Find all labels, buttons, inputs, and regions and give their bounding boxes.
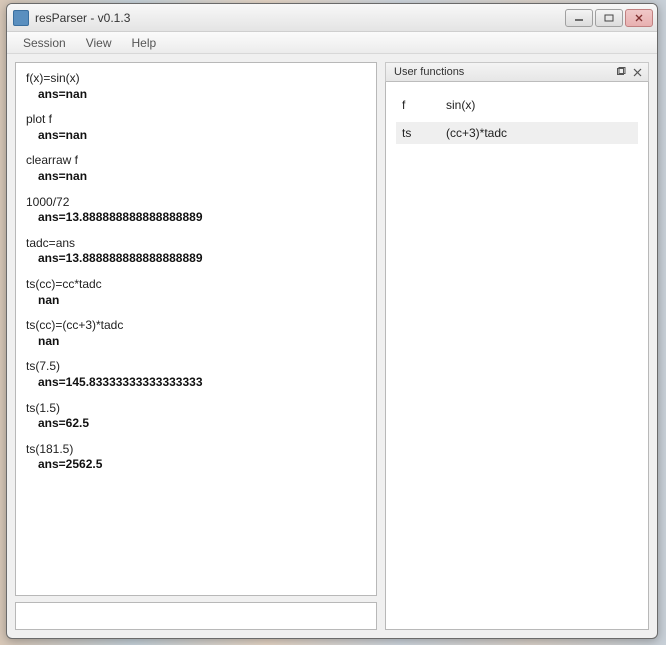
console-answer: nan [26,293,366,309]
user-functions-header[interactable]: User functions [385,62,649,82]
left-pane: f(x)=sin(x)ans=nanplot fans=nanclearraw … [15,62,377,630]
app-icon [13,10,29,26]
titlebar[interactable]: resParser - v0.1.3 [7,4,657,32]
close-button[interactable] [625,9,653,27]
function-body: sin(x) [446,98,632,112]
console-entry: ts(cc)=(cc+3)*tadcnan [26,318,366,349]
console-answer: ans=145.83333333333333333 [26,375,366,391]
console-answer: ans=nan [26,87,366,103]
console-entry: plot fans=nan [26,112,366,143]
window-title: resParser - v0.1.3 [35,11,563,25]
console-entry: ts(1.5)ans=62.5 [26,401,366,432]
console-answer: ans=62.5 [26,416,366,432]
menu-help[interactable]: Help [122,34,167,52]
console-entry: tadc=ansans=13.888888888888888889 [26,236,366,267]
close-icon [633,68,642,77]
console-answer: ans=13.888888888888888889 [26,251,366,267]
menu-session[interactable]: Session [13,34,76,52]
console-input[interactable] [15,602,377,630]
console-command: ts(cc)=cc*tadc [26,277,366,293]
console-entry: ts(cc)=cc*tadcnan [26,277,366,308]
console-command: tadc=ans [26,236,366,252]
console-answer: nan [26,334,366,350]
app-window: resParser - v0.1.3 Session View Help f(x… [6,3,658,639]
function-row[interactable]: ts(cc+3)*tadc [396,122,638,144]
right-pane: User functions fsin(x)ts(cc+3)*tadc [385,62,649,630]
console-answer: ans=nan [26,169,366,185]
console-answer: ans=13.888888888888888889 [26,210,366,226]
function-row[interactable]: fsin(x) [396,94,638,116]
console-output[interactable]: f(x)=sin(x)ans=nanplot fans=nanclearraw … [15,62,377,596]
console-command: 1000/72 [26,195,366,211]
console-entry: ts(181.5)ans=2562.5 [26,442,366,473]
console-command: ts(cc)=(cc+3)*tadc [26,318,366,334]
window-buttons [563,9,653,27]
console-answer: ans=nan [26,128,366,144]
minimize-button[interactable] [565,9,593,27]
panel-close-button[interactable] [630,65,644,79]
maximize-icon [604,14,614,22]
console-command: ts(7.5) [26,359,366,375]
console-command: ts(181.5) [26,442,366,458]
function-body: (cc+3)*tadc [446,126,632,140]
console-command: ts(1.5) [26,401,366,417]
panel-title: User functions [394,66,612,78]
panel-undock-button[interactable] [614,65,628,79]
console-entry: ts(7.5)ans=145.83333333333333333 [26,359,366,390]
close-icon [634,14,644,22]
function-name: ts [402,126,446,140]
undock-icon [616,67,626,77]
menu-view[interactable]: View [76,34,122,52]
maximize-button[interactable] [595,9,623,27]
minimize-icon [574,14,584,22]
content-area: f(x)=sin(x)ans=nanplot fans=nanclearraw … [7,54,657,638]
console-entry: clearraw fans=nan [26,153,366,184]
user-functions-list: fsin(x)ts(cc+3)*tadc [385,82,649,630]
console-answer: ans=2562.5 [26,457,366,473]
console-entry: f(x)=sin(x)ans=nan [26,71,366,102]
console-command: plot f [26,112,366,128]
console-command: f(x)=sin(x) [26,71,366,87]
function-name: f [402,98,446,112]
console-command: clearraw f [26,153,366,169]
console-entry: 1000/72ans=13.888888888888888889 [26,195,366,226]
menubar: Session View Help [7,32,657,54]
